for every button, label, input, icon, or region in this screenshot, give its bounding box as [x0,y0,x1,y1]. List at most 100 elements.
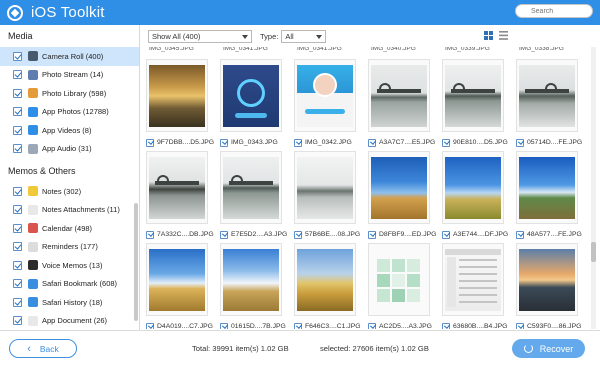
photo-tile[interactable]: 7A332C....DB.JPG [141,151,214,241]
photo-checkbox[interactable] [146,138,154,147]
photo-tile[interactable]: E7E5D2....A3.JPG [215,151,287,241]
sidebar-item[interactable]: Calendar (498) [0,219,139,238]
photo-tile[interactable]: 9F7DBB....D5.JPG [141,59,214,149]
photo-tile[interactable]: A3E744....DF.JPG [437,151,509,241]
type-filter-dropdown[interactable]: All [281,29,327,43]
photo-checkbox[interactable] [442,322,450,329]
checkbox[interactable] [13,260,22,270]
checkbox[interactable] [13,223,22,233]
photo-checkbox[interactable] [442,138,450,147]
sidebar-item[interactable]: App Photos (12788) [0,103,139,122]
photo-checkbox[interactable] [146,322,154,329]
photo-tile[interactable]: F646C3....C1.JPG [289,243,361,329]
photo-checkbox[interactable] [294,138,302,147]
sidebar-item[interactable]: Photo Stream (14) [0,66,139,85]
photo-tile[interactable]: 01615D....7B.JPG [215,243,287,329]
sidebar-item[interactable]: Photo Library (598) [0,84,139,103]
photo-thumbnail[interactable] [516,151,578,224]
checkbox[interactable] [13,242,22,252]
grid-view-icon[interactable] [484,31,493,40]
recover-button[interactable]: Recover [512,339,585,358]
photo-image [519,248,575,311]
sidebar-item[interactable]: Notes (302) [0,182,139,201]
photo-thumbnail[interactable] [516,59,578,132]
photo-thumbnail[interactable] [368,59,430,132]
sidebar-section-title: Memos & Others [8,166,76,176]
photo-thumbnail[interactable] [146,151,208,224]
back-button[interactable]: ‹ Back [9,339,77,358]
photo-thumbnail[interactable] [516,243,578,316]
photo-checkbox[interactable] [368,230,376,239]
sidebar-item[interactable]: Voice Memos (13) [0,256,139,275]
checkbox[interactable] [13,125,22,135]
sidebar-item[interactable]: App Videos (8) [0,121,139,140]
photo-thumbnail[interactable] [294,59,356,132]
photo-thumbnail[interactable] [294,151,356,224]
photo-tile[interactable]: 57B6BE....08.JPG [289,151,361,241]
photo-checkbox[interactable] [516,322,524,329]
sidebar-item-label: App Videos (8) [42,125,92,135]
photo-tile[interactable]: D8FBF9....ED.JPG [363,151,436,241]
checkbox[interactable] [13,70,22,80]
sidebar-item[interactable]: App Audio (31) [0,140,139,159]
photo-tile[interactable]: IMG_0343.JPG [215,59,287,149]
photo-checkbox[interactable] [442,230,450,239]
photo-tile[interactable]: 90E810....D5.JPG [437,59,509,149]
photo-thumbnail[interactable] [442,59,504,132]
photo-checkbox[interactable] [516,230,524,239]
checkbox[interactable] [13,205,22,215]
checkbox[interactable] [13,279,22,289]
photo-thumbnail[interactable] [220,151,282,224]
photo-checkbox[interactable] [220,322,228,329]
photo-thumbnail[interactable] [220,59,282,132]
photo-checkbox[interactable] [146,230,154,239]
list-view-icon[interactable] [499,31,508,40]
photo-thumbnail[interactable] [294,243,356,316]
sidebar-item[interactable]: Safari Bookmark (608) [0,275,139,294]
checkbox[interactable] [13,316,22,326]
sidebar-scrollbar[interactable] [134,203,138,321]
checkbox[interactable] [13,88,22,98]
photo-thumbnail[interactable] [442,243,504,316]
sidebar-item[interactable]: Safari History (18) [0,293,139,312]
sidebar-item[interactable]: Notes Attachments (11) [0,201,139,220]
sidebar-item-label: Safari Bookmark (608) [42,279,118,289]
photo-tile[interactable]: D4A019....C7.JPG [141,243,213,329]
photo-tile[interactable]: 48A577....FE.JPG [511,151,583,241]
photo-thumbnail[interactable] [146,243,208,316]
photo-tile[interactable]: AC2D5....A3.JPG [363,243,435,329]
checkbox[interactable] [13,107,22,117]
photo-checkbox[interactable] [368,138,376,147]
photo-thumbnail[interactable] [368,243,430,316]
grid-scrollbar-thumb[interactable] [591,242,596,262]
photo-caption: 9F7DBB....D5.JPG [146,137,218,148]
photo-thumbnail[interactable] [220,243,282,316]
photo-image [223,156,279,219]
grid-scrollbar[interactable] [591,47,596,329]
show-filter-dropdown[interactable]: Show All (400) [148,29,252,43]
photo-checkbox[interactable] [220,138,228,147]
checkbox[interactable] [13,297,22,307]
checkbox[interactable] [13,51,22,61]
photo-checkbox[interactable] [294,322,302,329]
photo-tile[interactable]: C593F0....86.JPG [511,243,583,329]
photo-checkbox[interactable] [368,322,376,329]
photo-tile[interactable]: 05714D....FE.JPG [511,59,583,149]
sidebar-item[interactable]: Reminders (177) [0,238,139,257]
photo-checkbox[interactable] [220,230,228,239]
photo-thumbnail[interactable] [146,59,208,132]
sidebar-item[interactable]: App Document (26) [0,312,139,331]
photo-thumbnail[interactable] [368,151,430,224]
photo-thumbnail[interactable] [442,151,504,224]
photo-checkbox[interactable] [294,230,302,239]
photo-tile[interactable]: A3A7C7....E5.JPG [363,59,435,149]
checkbox[interactable] [13,144,22,154]
photo-tile[interactable]: 63680B....B4.JPG [437,243,509,329]
sidebar-item[interactable]: Camera Roll (400) [0,47,139,66]
photo-filename: 01615D....7B.JPG [231,323,286,329]
photo-checkbox[interactable] [516,138,524,147]
checkbox[interactable] [13,186,22,196]
type-label: Type: [260,31,279,41]
photo-tile[interactable]: IMG_0342.JPG [289,59,361,149]
search-input[interactable] [515,4,593,18]
